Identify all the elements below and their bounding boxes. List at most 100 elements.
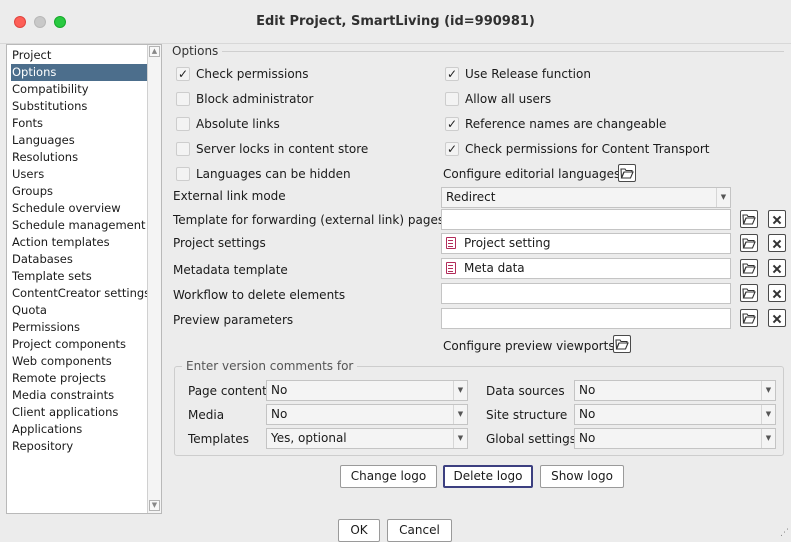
sidebar-item-options[interactable]: Options (11, 64, 148, 81)
configure-preview-viewports-button[interactable] (613, 335, 631, 353)
site-structure-select[interactable]: No ▼ (574, 404, 776, 425)
templates-select[interactable]: Yes, optional ▼ (266, 428, 468, 449)
project-settings-browse-button[interactable] (740, 234, 758, 252)
sidebar-item-users[interactable]: Users (11, 166, 148, 183)
project-settings-field[interactable]: Project setting (441, 233, 731, 254)
document-icon (446, 236, 456, 249)
sidebar-item-action-templates[interactable]: Action templates (11, 234, 148, 251)
sidebar-item-project[interactable]: Project (11, 47, 148, 64)
configure-editorial-languages-label: Configure editorial languages (443, 167, 621, 181)
sidebar-scrollbar[interactable]: ▲ ▼ (147, 45, 161, 513)
folder-open-icon (742, 263, 756, 274)
workflow-delete-clear-button[interactable] (768, 284, 786, 302)
delete-logo-button[interactable]: Delete logo (443, 465, 533, 488)
select-value: No (579, 407, 596, 421)
external-link-mode-select[interactable]: Redirect ▼ (441, 187, 731, 208)
external-link-mode-label: External link mode (173, 189, 286, 203)
global-settings-label: Global settings (486, 432, 576, 446)
checkbox-label: Check permissions for Content Transport (465, 142, 710, 156)
resize-grip-icon[interactable]: ⋰ (780, 528, 789, 538)
sidebar-item-compatibility[interactable]: Compatibility (11, 81, 148, 98)
scroll-up-arrow-icon[interactable]: ▲ (149, 46, 160, 57)
sidebar-item-template-sets[interactable]: Template sets (11, 268, 148, 285)
sidebar-item-groups[interactable]: Groups (11, 183, 148, 200)
checkbox-checked-icon: ✓ (176, 67, 190, 81)
field-value: Project setting (464, 236, 551, 250)
version-comments-legend: Enter version comments for (182, 359, 358, 373)
sidebar-item-applications[interactable]: Applications (11, 421, 148, 438)
select-value: No (271, 383, 288, 397)
chevron-down-icon: ▼ (761, 429, 775, 448)
data-sources-label: Data sources (486, 384, 565, 398)
sidebar-item-schedule-management[interactable]: Schedule management (11, 217, 148, 234)
field-value: Meta data (464, 261, 525, 275)
workflow-delete-field[interactable] (441, 283, 731, 304)
sidebar-item-fonts[interactable]: Fonts (11, 115, 148, 132)
sidebar-item-repository[interactable]: Repository (11, 438, 148, 455)
project-settings-label: Project settings (173, 236, 266, 250)
metadata-template-field[interactable]: Meta data (441, 258, 731, 279)
sidebar-item-media-constraints[interactable]: Media constraints (11, 387, 148, 404)
media-select[interactable]: No ▼ (266, 404, 468, 425)
global-settings-select[interactable]: No ▼ (574, 428, 776, 449)
select-value: Redirect (446, 190, 496, 204)
sidebar-item-project-components[interactable]: Project components (11, 336, 148, 353)
checkbox-label: Reference names are changeable (465, 117, 667, 131)
sidebar-item-databases[interactable]: Databases (11, 251, 148, 268)
checkbox-unchecked-icon (176, 142, 190, 156)
window-title: Edit Project, SmartLiving (id=990981) (256, 14, 535, 29)
sidebar-item-permissions[interactable]: Permissions (11, 319, 148, 336)
sidebar-item-languages[interactable]: Languages (11, 132, 148, 149)
show-logo-button[interactable]: Show logo (540, 465, 624, 488)
metadata-template-browse-button[interactable] (740, 259, 758, 277)
checkbox-label: Absolute links (196, 117, 280, 131)
checkbox-unchecked-icon (445, 92, 459, 106)
preview-parameters-browse-button[interactable] (740, 309, 758, 327)
sidebar-item-client-applications[interactable]: Client applications (11, 404, 148, 421)
folder-open-icon (615, 339, 629, 350)
sidebar-item-schedule-overview[interactable]: Schedule overview (11, 200, 148, 217)
data-sources-select[interactable]: No ▼ (574, 380, 776, 401)
template-forwarding-clear-button[interactable] (768, 210, 786, 228)
scroll-down-arrow-icon[interactable]: ▼ (149, 500, 160, 511)
sidebar-item-resolutions[interactable]: Resolutions (11, 149, 148, 166)
page-content-select[interactable]: No ▼ (266, 380, 468, 401)
select-value: No (579, 431, 596, 445)
chevron-down-icon: ▼ (453, 381, 467, 400)
select-value: Yes, optional (271, 431, 347, 445)
template-forwarding-field[interactable] (441, 209, 731, 230)
chevron-down-icon: ▼ (761, 405, 775, 424)
sidebar-item-substitutions[interactable]: Substitutions (11, 98, 148, 115)
template-forwarding-browse-button[interactable] (740, 210, 758, 228)
templates-label: Templates (188, 432, 250, 446)
sidebar-item-remote-projects[interactable]: Remote projects (11, 370, 148, 387)
page-content-label: Page content (188, 384, 267, 398)
folder-open-icon (742, 288, 756, 299)
title-bar: Edit Project, SmartLiving (id=990981) (0, 0, 791, 44)
metadata-template-clear-button[interactable] (768, 259, 786, 277)
sidebar-item-contentcreator-settings[interactable]: ContentCreator settings (11, 285, 150, 302)
preview-parameters-field[interactable] (441, 308, 731, 329)
ok-button[interactable]: OK (338, 519, 380, 542)
checkbox-label: Block administrator (196, 92, 314, 106)
chevron-down-icon: ▼ (453, 405, 467, 424)
options-divider (218, 51, 784, 52)
sidebar-item-web-components[interactable]: Web components (11, 353, 148, 370)
checkbox-label: Use Release function (465, 67, 591, 81)
sidebar-list: Project Options Compatibility Substituti… (6, 44, 162, 514)
project-settings-clear-button[interactable] (768, 234, 786, 252)
chevron-down-icon: ▼ (453, 429, 467, 448)
workflow-delete-browse-button[interactable] (740, 284, 758, 302)
folder-open-icon (742, 313, 756, 324)
cancel-button[interactable]: Cancel (387, 519, 452, 542)
template-forwarding-label: Template for forwarding (external link) … (173, 213, 445, 227)
change-logo-button[interactable]: Change logo (340, 465, 437, 488)
metadata-template-label: Metadata template (173, 263, 288, 277)
checkbox-label: Languages can be hidden (196, 167, 351, 181)
checkbox-checked-icon: ✓ (445, 67, 459, 81)
preview-parameters-clear-button[interactable] (768, 309, 786, 327)
sidebar-item-quota[interactable]: Quota (11, 302, 148, 319)
folder-open-icon (742, 238, 756, 249)
select-value: No (271, 407, 288, 421)
configure-editorial-languages-button[interactable] (618, 164, 636, 182)
